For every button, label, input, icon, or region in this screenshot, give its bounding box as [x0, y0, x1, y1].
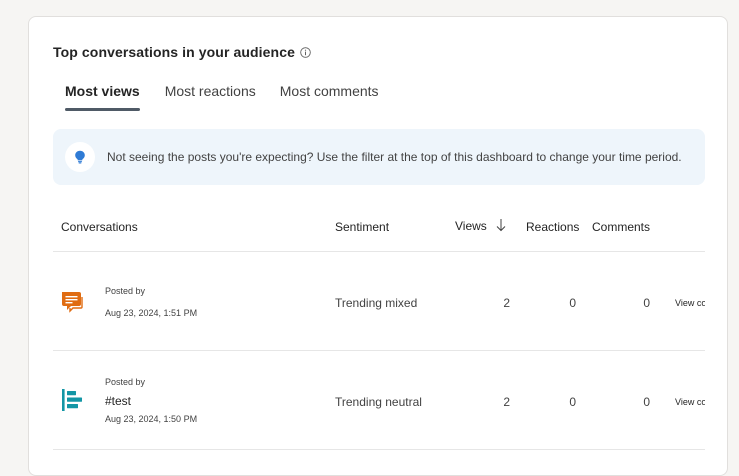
- posted-by-label: Posted by: [105, 286, 146, 296]
- top-conversations-card: Top conversations in your audience Most …: [28, 16, 728, 476]
- sentiment-value: Trending mixed: [335, 296, 418, 310]
- align-bars-icon: [59, 387, 85, 413]
- column-header-views[interactable]: Views: [455, 219, 487, 233]
- info-icon[interactable]: [300, 46, 311, 58]
- table-row[interactable]: Posted by Aug 23, 2024, 1:51 PM Trending…: [53, 252, 705, 351]
- notice-text: Not seeing the posts you're expecting? U…: [107, 150, 682, 164]
- view-conversation-link[interactable]: View conversation: [675, 298, 705, 308]
- lightbulb-icon: [65, 142, 95, 172]
- column-header-comments[interactable]: Comments: [592, 220, 650, 234]
- conversations-table: Conversations Sentiment Views Reactions …: [53, 205, 705, 450]
- comments-value: 0: [643, 395, 650, 409]
- info-notice: Not seeing the posts you're expecting? U…: [53, 129, 705, 185]
- sentiment-value: Trending neutral: [335, 395, 422, 409]
- column-header-reactions[interactable]: Reactions: [526, 220, 579, 234]
- card-title: Top conversations in your audience: [53, 44, 295, 60]
- reactions-value: 0: [569, 296, 576, 310]
- views-value: 2: [503, 296, 510, 310]
- sort-descending-icon[interactable]: [496, 218, 506, 235]
- post-date: Aug 23, 2024, 1:50 PM: [105, 414, 198, 424]
- chat-bubbles-icon: [59, 289, 85, 315]
- views-value: 2: [503, 395, 510, 409]
- posted-by-label: Posted by: [105, 377, 146, 387]
- reactions-value: 0: [569, 395, 576, 409]
- tab-most-reactions[interactable]: Most reactions: [153, 83, 268, 111]
- tab-most-comments[interactable]: Most comments: [268, 83, 391, 111]
- table-header: Conversations Sentiment Views Reactions …: [53, 205, 705, 252]
- post-date: Aug 23, 2024, 1:51 PM: [105, 308, 198, 318]
- column-header-sentiment: Sentiment: [335, 220, 390, 234]
- tab-most-views[interactable]: Most views: [53, 83, 152, 111]
- tab-list: Most views Most reactions Most comments: [53, 83, 391, 111]
- comments-value: 0: [643, 296, 650, 310]
- view-conversation-link[interactable]: View conversation: [675, 397, 705, 407]
- card-header: Top conversations in your audience: [53, 44, 311, 60]
- hashtag-text[interactable]: #test: [105, 394, 131, 408]
- column-header-conversations: Conversations: [61, 220, 138, 234]
- table-row[interactable]: Posted by #test Aug 23, 2024, 1:50 PM Tr…: [53, 351, 705, 450]
